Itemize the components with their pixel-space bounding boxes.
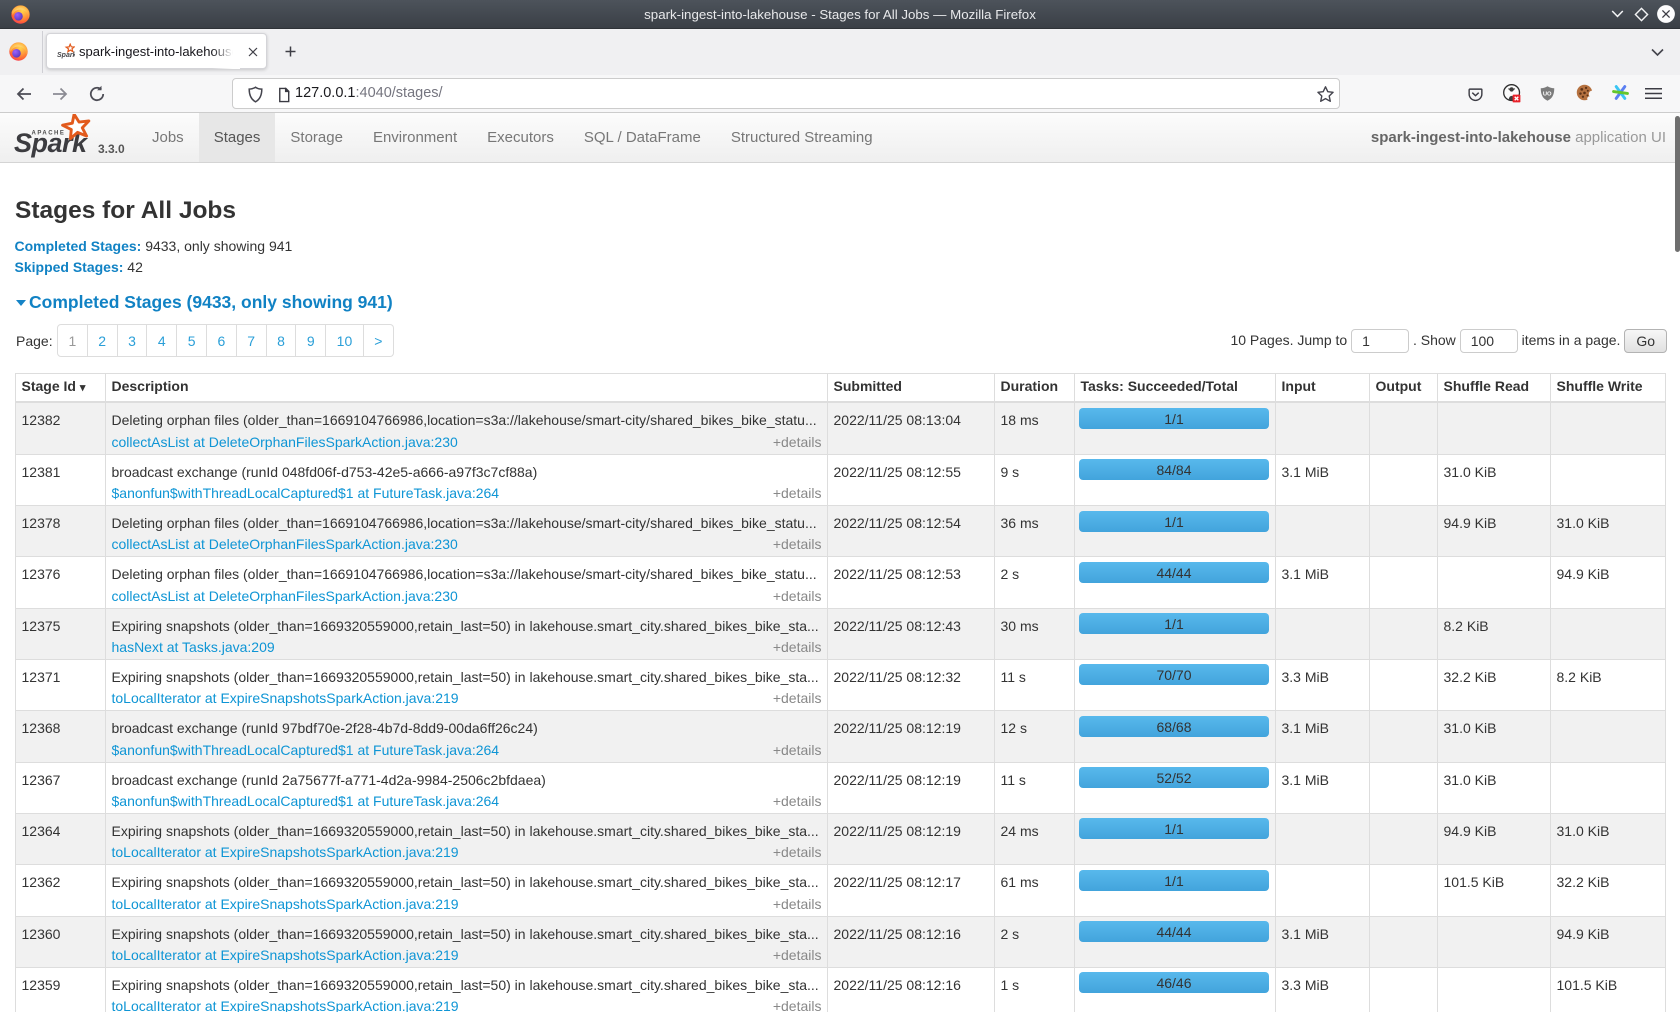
svg-text:UO: UO — [1543, 91, 1552, 97]
svg-text:Spark: Spark — [57, 52, 75, 59]
svg-text:APACHE: APACHE — [32, 131, 66, 137]
